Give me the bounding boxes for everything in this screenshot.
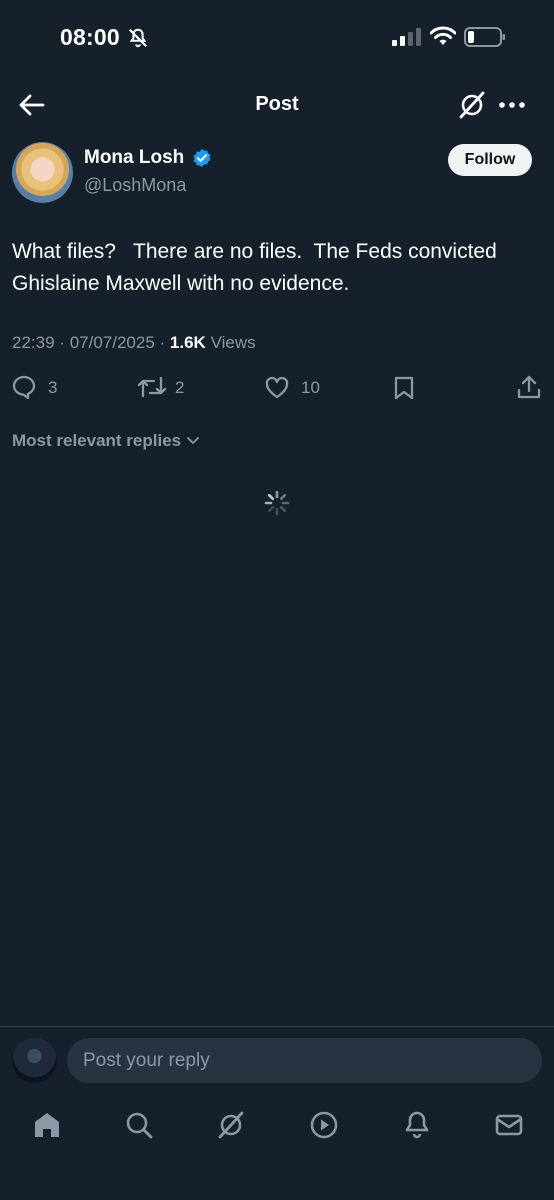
more-options-button[interactable] (498, 98, 526, 112)
reply-bubble-icon[interactable] (11, 374, 37, 400)
reply-count: 3 (48, 378, 58, 397)
views-count: 1.6K (169, 333, 206, 352)
grok-nav-icon[interactable] (216, 1110, 246, 1140)
user-avatar[interactable] (12, 1038, 57, 1083)
views-label: Views (210, 333, 256, 352)
author-avatar[interactable] (12, 142, 73, 203)
status-time: 08:00 (60, 24, 120, 50)
bell-slash-icon (128, 28, 148, 48)
mail-icon[interactable] (494, 1110, 524, 1140)
meta-separator: · (59, 333, 65, 352)
grok-icon[interactable] (458, 90, 486, 120)
home-icon[interactable] (32, 1110, 62, 1140)
bell-icon[interactable] (402, 1110, 432, 1140)
like-count: 10 (301, 378, 320, 397)
post-date: 07/07/2025 (69, 333, 155, 352)
search-icon[interactable] (124, 1110, 154, 1140)
post-text: What files? There are no files. The Feds… (12, 240, 503, 295)
replies-sort-label: Most relevant replies (12, 431, 182, 450)
repost-icon[interactable] (137, 374, 167, 400)
follow-button[interactable]: Follow (448, 144, 532, 176)
divider (0, 1026, 554, 1027)
post-meta: 22:39 · 07/07/2025 · 1.6K Views (12, 333, 256, 353)
chevron-down-icon (187, 437, 200, 444)
post-time: 22:39 (12, 333, 55, 352)
heart-icon[interactable] (264, 375, 290, 401)
play-icon[interactable] (309, 1110, 339, 1140)
wifi-icon (430, 26, 456, 45)
share-icon[interactable] (516, 374, 542, 400)
bookmark-icon[interactable] (391, 375, 417, 401)
author-handle[interactable]: @LoshMona (84, 175, 186, 196)
battery-icon (464, 27, 505, 47)
signal-icon (392, 28, 421, 46)
reply-input[interactable] (67, 1038, 542, 1083)
loading-spinner-icon (264, 490, 290, 516)
meta-separator: · (159, 333, 166, 352)
verified-badge-icon (193, 148, 211, 168)
author-name[interactable]: Mona Losh (84, 147, 184, 169)
repost-count: 2 (175, 378, 185, 397)
replies-sort-dropdown[interactable]: Most relevant replies (12, 431, 201, 451)
